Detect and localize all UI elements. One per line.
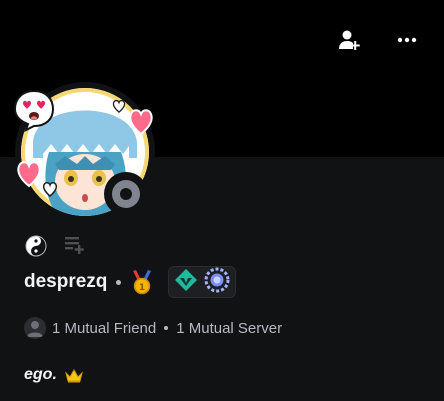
svg-text:1: 1 bbox=[139, 283, 145, 293]
add-friend-button[interactable] bbox=[333, 26, 365, 58]
heart-decoration-icon bbox=[128, 106, 154, 140]
username: desprezq bbox=[24, 271, 108, 292]
status-indicator bbox=[104, 172, 148, 216]
offline-status-icon bbox=[112, 180, 140, 208]
bio: ego. bbox=[24, 363, 83, 387]
note-icon bbox=[63, 233, 85, 259]
add-friend-icon bbox=[337, 28, 361, 56]
emoji-decoration-icon bbox=[12, 88, 56, 132]
more-options-icon bbox=[395, 28, 419, 56]
heart-decoration-icon bbox=[16, 158, 42, 192]
separator-dot bbox=[164, 326, 169, 330]
username-row: desprezq 1 bbox=[24, 266, 237, 298]
medal-icon[interactable]: 1 bbox=[130, 269, 154, 295]
badge-container bbox=[168, 266, 237, 298]
yin-yang-icon bbox=[24, 234, 48, 258]
mutual-servers-link[interactable]: 1 Mutual Server bbox=[176, 320, 282, 337]
hypesquad-badge-icon[interactable] bbox=[174, 268, 198, 296]
bio-text: ego. bbox=[24, 366, 57, 383]
mutuals-row: 1 Mutual Friend 1 Mutual Server bbox=[24, 316, 282, 340]
mutual-friends-link[interactable]: 1 Mutual Friend bbox=[52, 320, 156, 337]
crown-emoji bbox=[64, 368, 83, 383]
heart-outline-decoration-icon bbox=[42, 180, 58, 202]
heart-outline-decoration-icon bbox=[112, 98, 126, 118]
more-options-button[interactable] bbox=[391, 26, 423, 58]
add-note-button[interactable] bbox=[62, 234, 86, 258]
server-boost-badge-icon[interactable] bbox=[204, 267, 230, 297]
mutual-friend-avatar[interactable] bbox=[24, 317, 46, 339]
profile-icon-row bbox=[24, 234, 86, 258]
separator-dot bbox=[116, 279, 122, 285]
